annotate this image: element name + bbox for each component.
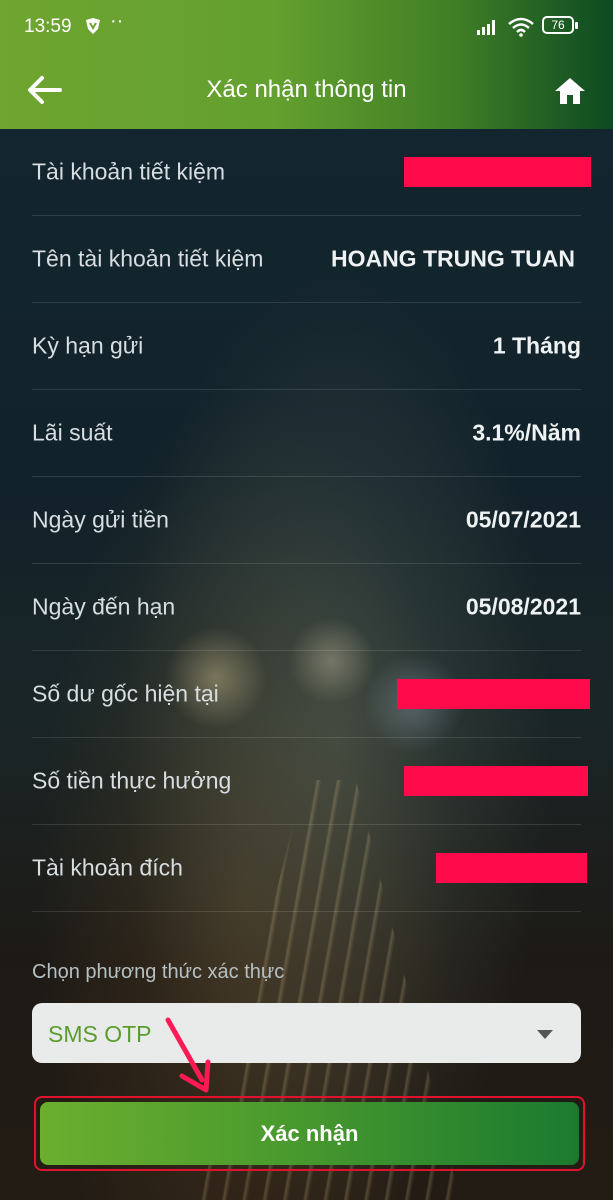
shield-icon (86, 18, 100, 34)
redacted-value (436, 853, 587, 883)
info-list: Tài khoản tiết kiệm Tên tài khoản tiết k… (32, 129, 591, 912)
auth-method-label: Chọn phương thức xác thực (32, 961, 285, 983)
confirm-button[interactable]: Xác nhận (40, 1102, 579, 1165)
more-dots-icon: ·· (110, 10, 124, 32)
auth-method-value: SMS OTP (48, 1021, 152, 1047)
row-label: Tài khoản đích (32, 854, 183, 881)
signal-icon (477, 20, 495, 35)
row-label: Kỳ hạn gửi (32, 332, 144, 359)
row-maturity-date: Ngày đến hạn 05/08/2021 (32, 564, 581, 651)
row-value: 05/08/2021 (465, 593, 581, 620)
row-label: Số dư gốc hiện tại (32, 680, 219, 707)
home-icon[interactable] (552, 74, 588, 108)
status-time: 13:59 (24, 16, 72, 37)
chevron-down-icon (537, 1030, 553, 1039)
battery-icon: 76 (542, 16, 578, 34)
row-value: 1 Tháng (492, 332, 581, 359)
row-value: HOANG TRUNG TUAN (330, 245, 575, 272)
row-label: Lãi suất (32, 419, 113, 446)
row-savings-account: Tài khoản tiết kiệm (32, 129, 591, 216)
row-actual-amount: Số tiền thực hưởng (32, 738, 588, 825)
row-label: Tên tài khoản tiết kiệm (32, 245, 264, 272)
redacted-value (404, 766, 588, 796)
row-label: Số tiền thực hưởng (32, 767, 232, 794)
row-value: 3.1%/Năm (472, 419, 581, 446)
wifi-icon (508, 17, 534, 37)
status-bar: 13:59 ·· 76 (0, 0, 613, 52)
row-account-name: Tên tài khoản tiết kiệm HOANG TRUNG TUAN (32, 216, 581, 303)
row-label: Ngày gửi tiền (32, 506, 169, 533)
confirm-highlight: Xác nhận (34, 1096, 585, 1171)
redacted-value (397, 679, 590, 709)
annotation-arrow-icon (165, 1017, 211, 1093)
row-destination-account: Tài khoản đích (32, 825, 587, 912)
row-value: 05/07/2021 (465, 506, 581, 533)
redacted-value (404, 157, 591, 187)
page-title: Xác nhận thông tin (206, 76, 407, 103)
row-interest-rate: Lãi suất 3.1%/Năm (32, 390, 581, 477)
row-principal-balance: Số dư gốc hiện tại (32, 651, 590, 738)
row-deposit-date: Ngày gửi tiền 05/07/2021 (32, 477, 581, 564)
row-label: Tài khoản tiết kiệm (32, 158, 226, 185)
auth-method-select[interactable]: SMS OTP (32, 1003, 581, 1063)
row-label: Ngày đến hạn (32, 593, 176, 620)
row-term: Kỳ hạn gửi 1 Tháng (32, 303, 581, 390)
